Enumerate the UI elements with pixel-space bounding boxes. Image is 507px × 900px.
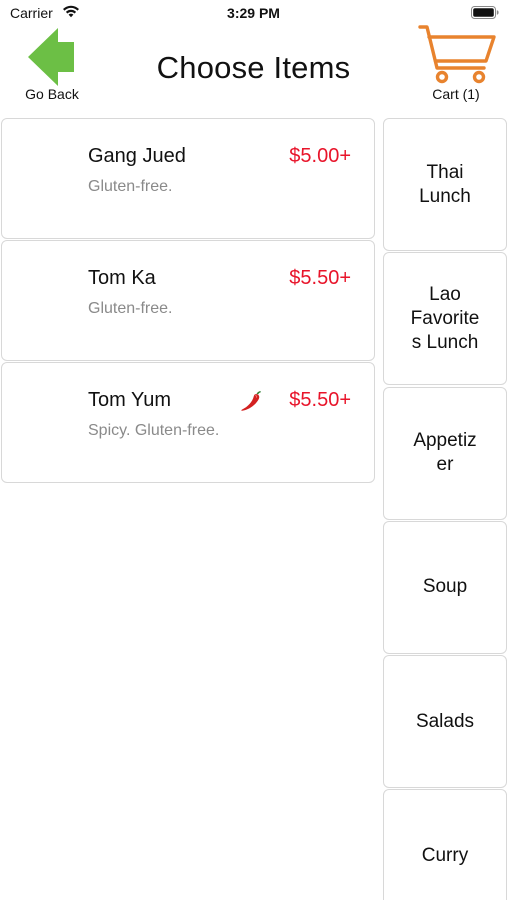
item-price: $5.00+ xyxy=(289,145,351,167)
category-tab-lao-favorites-lunch[interactable]: Lao Favorite s Lunch xyxy=(383,252,507,386)
item-name: Gang Jued xyxy=(88,145,186,167)
item-description: Gluten-free. xyxy=(88,300,173,317)
category-label: Soup xyxy=(422,576,468,598)
category-tab-salads[interactable]: Salads xyxy=(383,655,507,789)
category-label: Lao Favorite s Lunch xyxy=(410,283,480,353)
category-label: Salads xyxy=(415,710,475,732)
category-label: Curry xyxy=(421,844,469,866)
menu-item-card[interactable]: Tom Ka Gluten-free. $5.50+ xyxy=(1,240,375,361)
item-name: Tom Ka xyxy=(88,267,156,289)
item-description: Spicy. Gluten-free. xyxy=(88,422,220,439)
cart-button[interactable]: Cart (1) xyxy=(414,22,498,106)
category-label: Thai Lunch xyxy=(419,161,471,207)
menu-item-list: Gang Jued Gluten-free. $5.00+ Tom Ka Glu… xyxy=(1,118,375,484)
item-description: Gluten-free. xyxy=(88,178,173,195)
menu-item-card[interactable]: Tom Yum Spicy. Gluten-free. $5.50+ xyxy=(1,362,375,483)
item-price: $5.50+ xyxy=(289,267,351,289)
shopping-cart-icon xyxy=(418,25,496,84)
category-tab-soup[interactable]: Soup xyxy=(383,520,507,654)
menu-item-card[interactable]: Gang Jued Gluten-free. $5.00+ xyxy=(1,118,375,239)
screen: Carrier 3:29 PM Go Back Choose Items Car… xyxy=(0,0,507,900)
category-list: Thai Lunch Lao Favorite s Lunch Appetiz … xyxy=(383,118,507,900)
cart-label: Cart (1) xyxy=(432,86,480,102)
category-tab-thai-lunch[interactable]: Thai Lunch xyxy=(383,118,507,251)
category-tab-curry[interactable]: Curry xyxy=(383,789,507,900)
category-tab-appetizer[interactable]: Appetiz er xyxy=(383,386,507,520)
category-label: Appetiz er xyxy=(413,430,477,476)
battery-icon xyxy=(471,6,499,19)
chili-pepper-icon xyxy=(241,391,261,411)
item-price: $5.50+ xyxy=(289,389,351,411)
item-name: Tom Yum xyxy=(88,389,171,411)
status-time: 3:29 PM xyxy=(227,5,280,21)
go-back-label: Go Back xyxy=(25,86,79,102)
